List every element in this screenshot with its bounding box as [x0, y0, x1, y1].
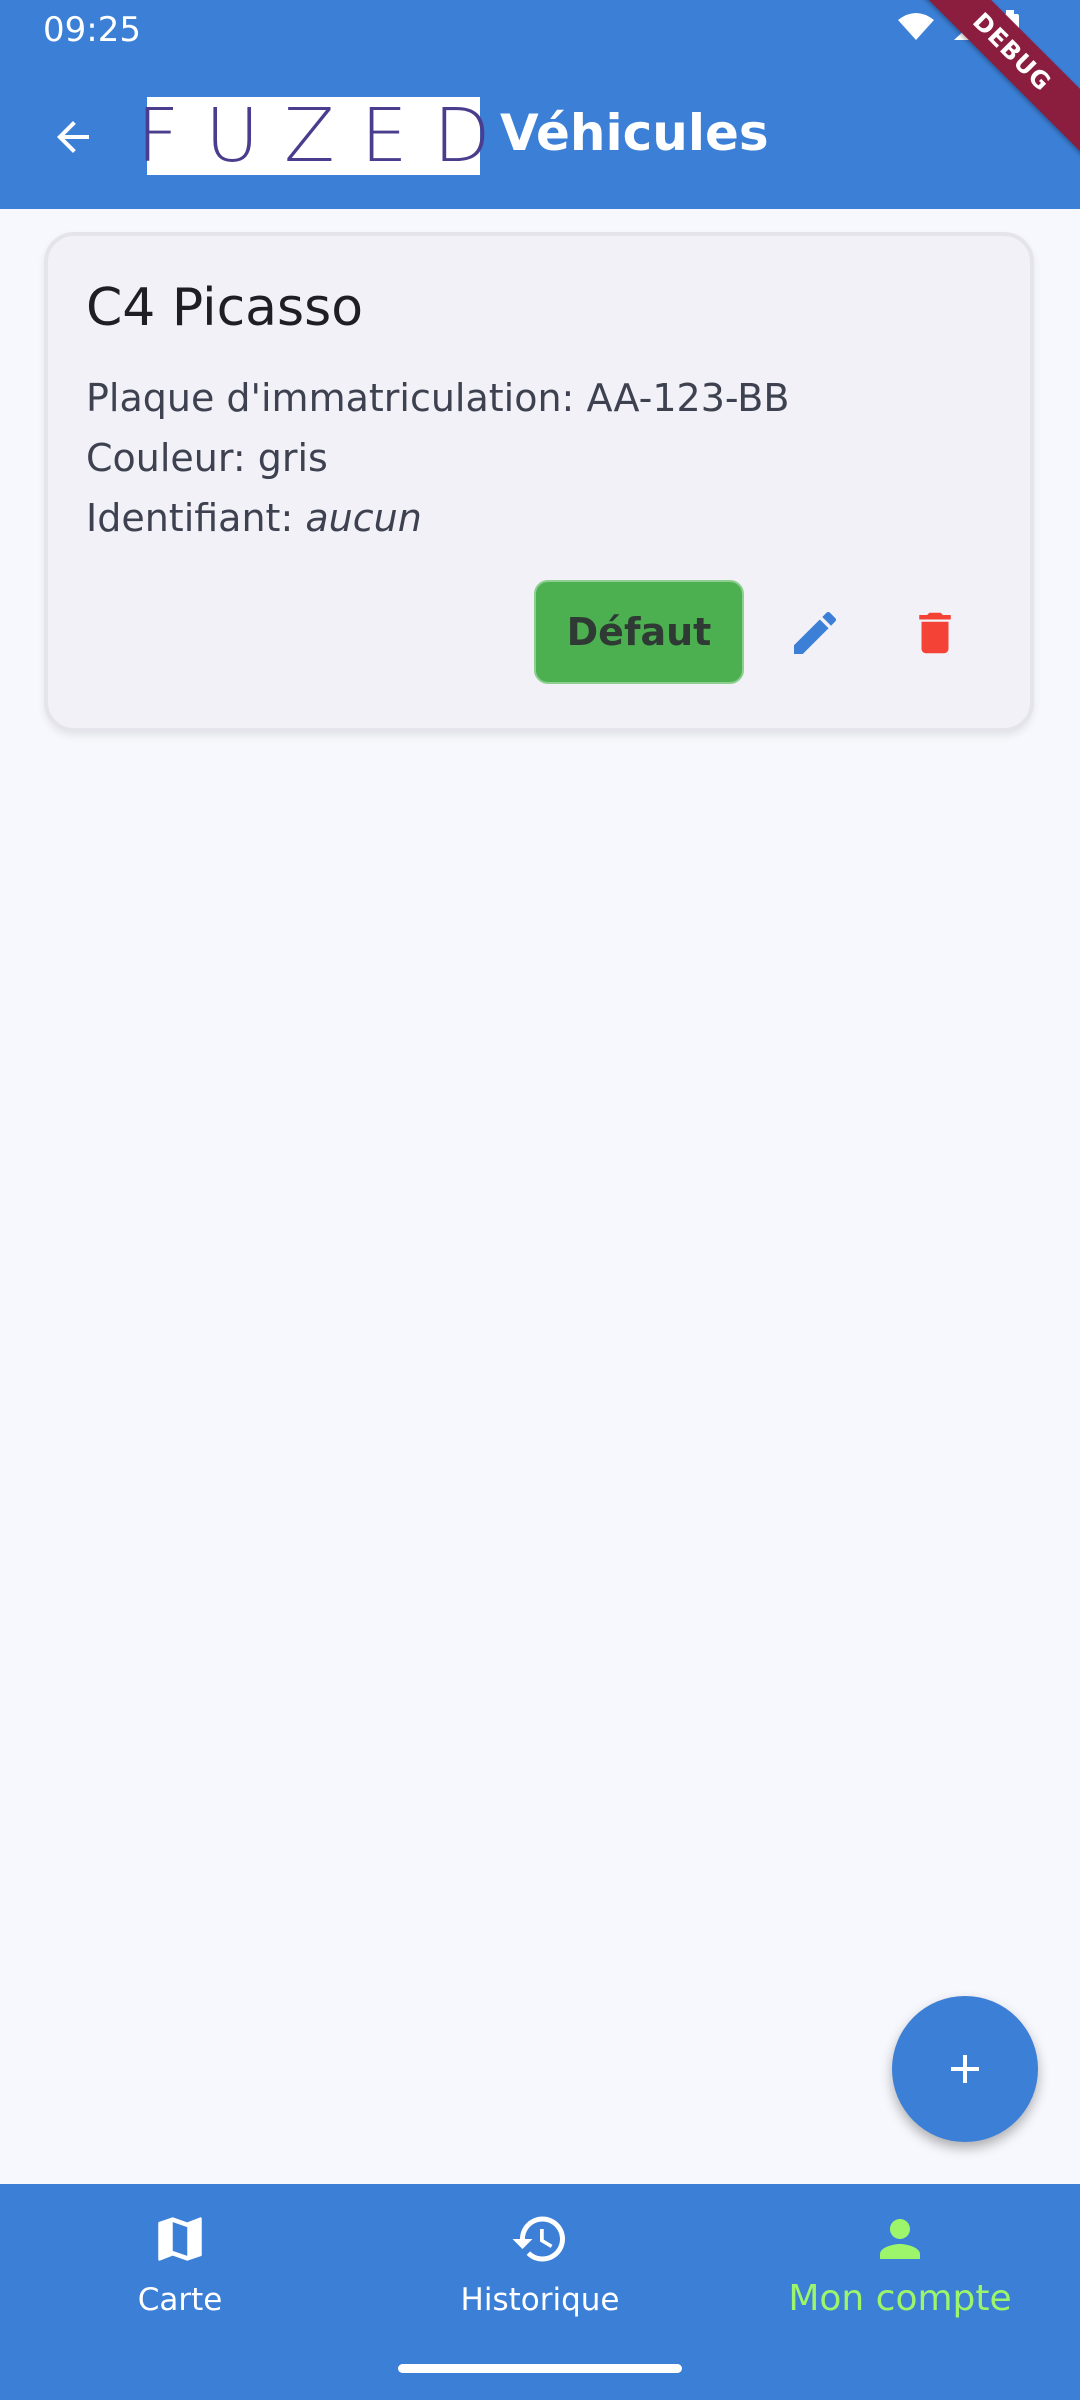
map-icon — [158, 2217, 202, 2261]
arrow-back-icon — [57, 121, 89, 153]
nav-label-historique: Historique — [460, 2282, 620, 2318]
home-indicator[interactable] — [398, 2364, 682, 2373]
nav-item-historique[interactable]: Historique — [390, 2204, 690, 2318]
vehicle-identifier: Identifiant: aucun — [86, 496, 422, 540]
delete-button[interactable] — [900, 598, 970, 668]
add-vehicle-button[interactable] — [892, 1996, 1038, 2142]
vehicle-card: C4 Picasso Plaque d'immatriculation: AA-… — [44, 232, 1034, 732]
nav-item-mon-compte[interactable]: Mon compte — [750, 2204, 1050, 2319]
vehicle-color: Couleur: gris — [86, 436, 328, 480]
vehicle-plate: Plaque d'immatriculation: AA-123-BB — [86, 376, 790, 420]
nav-item-carte[interactable]: Carte — [30, 2204, 330, 2318]
app-logo: FUZED — [137, 93, 491, 179]
page-title: Véhicules — [500, 104, 769, 162]
identifier-label: Identifiant: — [86, 496, 306, 540]
history-icon — [512, 2216, 565, 2262]
person-icon — [880, 2219, 920, 2259]
vehicle-name: C4 Picasso — [86, 278, 364, 338]
app-bar: 09:25 DEBUG FUZED Véhicules — [0, 0, 1080, 209]
status-time: 09:25 — [43, 10, 141, 50]
plus-icon — [951, 2055, 979, 2083]
nav-label-mon-compte: Mon compte — [788, 2278, 1012, 2319]
wifi-icon — [898, 13, 934, 40]
nav-label-carte: Carte — [137, 2282, 223, 2318]
edit-button[interactable] — [780, 598, 850, 668]
default-button[interactable]: Défaut — [534, 580, 744, 684]
back-button[interactable] — [38, 102, 108, 172]
identifier-value: aucun — [305, 496, 422, 540]
pencil-icon — [794, 611, 837, 654]
logo-text: FUZED — [136, 93, 517, 179]
trash-icon — [919, 612, 951, 654]
